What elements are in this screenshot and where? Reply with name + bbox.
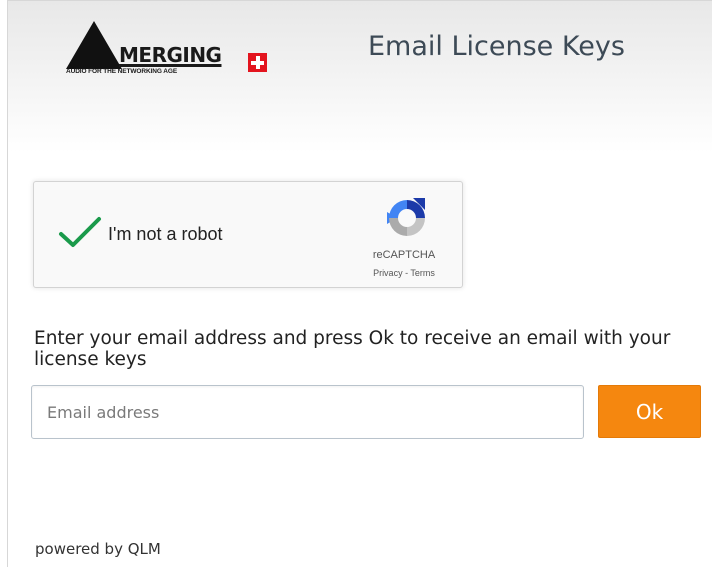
merging-logo: MERGING AUDIO FOR THE NETWORKING AGE [66, 21, 272, 79]
recaptcha-label: I'm not a robot [108, 224, 223, 244]
email-input[interactable] [31, 385, 584, 439]
ok-button[interactable]: Ok [598, 385, 701, 438]
recaptcha-brand: reCAPTCHA [372, 249, 436, 261]
swiss-flag-icon [248, 53, 267, 72]
terms-link[interactable]: Terms [410, 268, 435, 278]
checkmark-icon[interactable] [58, 216, 102, 250]
header: MERGING AUDIO FOR THE NETWORKING AGE Ema… [8, 0, 712, 153]
instructions-text: Enter your email address and press Ok to… [34, 328, 671, 370]
logo-tagline: AUDIO FOR THE NETWORKING AGE [66, 68, 178, 75]
recaptcha-widget: I'm not a robot reCAPTCHA Privacy - Term… [33, 181, 463, 288]
privacy-link[interactable]: Privacy [373, 268, 403, 278]
powered-by-text: powered by QLM [35, 540, 161, 558]
logo-wordmark: MERGING [119, 43, 222, 67]
page-frame: MERGING AUDIO FOR THE NETWORKING AGE Ema… [7, 0, 712, 567]
recaptcha-logo-icon [387, 198, 425, 236]
recaptcha-links: Privacy - Terms [354, 268, 454, 278]
page-title: Email License Keys [368, 31, 625, 62]
